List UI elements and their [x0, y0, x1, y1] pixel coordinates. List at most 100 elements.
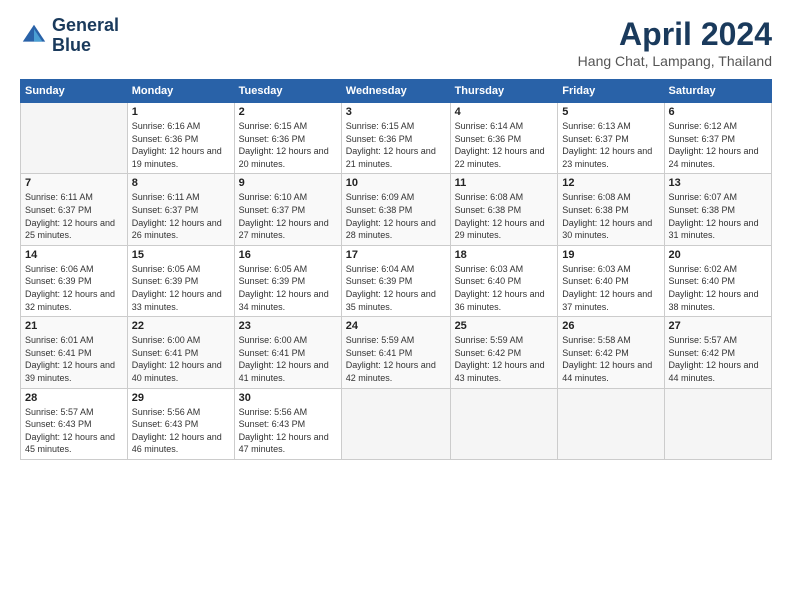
day-number: 1	[132, 106, 230, 118]
day-info: Sunrise: 6:11 AMSunset: 6:37 PMDaylight:…	[25, 191, 123, 241]
day-cell: 22 Sunrise: 6:00 AMSunset: 6:41 PMDayligh…	[127, 317, 234, 388]
day-number: 30	[239, 392, 337, 404]
day-number: 15	[132, 249, 230, 261]
day-cell	[664, 388, 771, 459]
day-cell: 9Sunrise: 6:10 AMSunset: 6:37 PMDaylight…	[234, 174, 341, 245]
day-number: 7	[25, 177, 123, 189]
day-number: 19	[562, 249, 659, 261]
week-row-4: 28 Sunrise: 5:57 AMSunset: 6:43 PMDayligh…	[21, 388, 772, 459]
day-cell: 5 Sunrise: 6:13 AMSunset: 6:37 PMDaylight…	[558, 103, 664, 174]
logo-line2: Blue	[52, 36, 119, 56]
day-cell: 17Sunrise: 6:04 AMSunset: 6:39 PMDayligh…	[341, 245, 450, 316]
header-cell-wednesday: Wednesday	[341, 80, 450, 103]
day-cell: 27 Sunrise: 5:57 AMSunset: 6:42 PMDayligh…	[664, 317, 771, 388]
day-info: Sunrise: 6:15 AMSunset: 6:36 PMDaylight:…	[239, 120, 337, 170]
day-number: 11	[455, 177, 554, 189]
day-cell: 25 Sunrise: 5:59 AMSunset: 6:42 PMDayligh…	[450, 317, 558, 388]
logo-text: General Blue	[52, 16, 119, 56]
day-cell: 26 Sunrise: 5:58 AMSunset: 6:42 PMDayligh…	[558, 317, 664, 388]
subtitle: Hang Chat, Lampang, Thailand	[578, 53, 772, 69]
day-cell: 29 Sunrise: 5:56 AMSunset: 6:43 PMDayligh…	[127, 388, 234, 459]
day-info: Sunrise: 6:09 AMSunset: 6:38 PMDaylight:…	[346, 191, 446, 241]
header-cell-friday: Friday	[558, 80, 664, 103]
day-cell: 23Sunrise: 6:00 AMSunset: 6:41 PMDayligh…	[234, 317, 341, 388]
day-info: Sunrise: 5:57 AMSunset: 6:43 PMDaylight:…	[25, 406, 123, 456]
day-cell	[450, 388, 558, 459]
day-number: 22	[132, 320, 230, 332]
day-number: 13	[669, 177, 767, 189]
day-info: Sunrise: 5:56 AMSunset: 6:43 PMDaylight:…	[132, 406, 230, 456]
day-info: Sunrise: 6:04 AMSunset: 6:39 PMDaylight:…	[346, 263, 446, 313]
day-info: Sunrise: 5:59 AMSunset: 6:42 PMDaylight:…	[455, 334, 554, 384]
header-cell-sunday: Sunday	[21, 80, 128, 103]
day-number: 4	[455, 106, 554, 118]
day-cell: 11 Sunrise: 6:08 AMSunset: 6:38 PMDayligh…	[450, 174, 558, 245]
day-info: Sunrise: 6:07 AMSunset: 6:38 PMDaylight:…	[669, 191, 767, 241]
day-info: Sunrise: 6:03 AMSunset: 6:40 PMDaylight:…	[455, 263, 554, 313]
day-cell: 21 Sunrise: 6:01 AMSunset: 6:41 PMDayligh…	[21, 317, 128, 388]
day-cell: 19 Sunrise: 6:03 AMSunset: 6:40 PMDayligh…	[558, 245, 664, 316]
day-number: 28	[25, 392, 123, 404]
day-info: Sunrise: 6:12 AMSunset: 6:37 PMDaylight:…	[669, 120, 767, 170]
day-info: Sunrise: 6:00 AMSunset: 6:41 PMDaylight:…	[132, 334, 230, 384]
day-cell	[21, 103, 128, 174]
day-number: 26	[562, 320, 659, 332]
day-info: Sunrise: 6:14 AMSunset: 6:36 PMDaylight:…	[455, 120, 554, 170]
day-info: Sunrise: 6:03 AMSunset: 6:40 PMDaylight:…	[562, 263, 659, 313]
day-info: Sunrise: 6:05 AMSunset: 6:39 PMDaylight:…	[239, 263, 337, 313]
day-number: 6	[669, 106, 767, 118]
day-info: Sunrise: 6:00 AMSunset: 6:41 PMDaylight:…	[239, 334, 337, 384]
week-row-3: 21 Sunrise: 6:01 AMSunset: 6:41 PMDayligh…	[21, 317, 772, 388]
header-cell-saturday: Saturday	[664, 80, 771, 103]
day-cell: 2Sunrise: 6:15 AMSunset: 6:36 PMDaylight…	[234, 103, 341, 174]
header-row: SundayMondayTuesdayWednesdayThursdayFrid…	[21, 80, 772, 103]
day-number: 5	[562, 106, 659, 118]
day-number: 16	[239, 249, 337, 261]
day-info: Sunrise: 6:01 AMSunset: 6:41 PMDaylight:…	[25, 334, 123, 384]
day-cell: 16 Sunrise: 6:05 AMSunset: 6:39 PMDayligh…	[234, 245, 341, 316]
day-number: 18	[455, 249, 554, 261]
day-cell: 6 Sunrise: 6:12 AMSunset: 6:37 PMDaylight…	[664, 103, 771, 174]
calendar-header: SundayMondayTuesdayWednesdayThursdayFrid…	[21, 80, 772, 103]
day-info: Sunrise: 6:13 AMSunset: 6:37 PMDaylight:…	[562, 120, 659, 170]
header-cell-thursday: Thursday	[450, 80, 558, 103]
day-number: 8	[132, 177, 230, 189]
day-cell	[558, 388, 664, 459]
week-row-0: 1 Sunrise: 6:16 AMSunset: 6:36 PMDaylight…	[21, 103, 772, 174]
day-number: 24	[346, 320, 446, 332]
day-info: Sunrise: 6:08 AMSunset: 6:38 PMDaylight:…	[562, 191, 659, 241]
day-number: 3	[346, 106, 446, 118]
day-info: Sunrise: 6:06 AMSunset: 6:39 PMDaylight:…	[25, 263, 123, 313]
day-cell: 3Sunrise: 6:15 AMSunset: 6:36 PMDaylight…	[341, 103, 450, 174]
day-number: 27	[669, 320, 767, 332]
day-info: Sunrise: 6:05 AMSunset: 6:39 PMDaylight:…	[132, 263, 230, 313]
day-cell: 7 Sunrise: 6:11 AMSunset: 6:37 PMDaylight…	[21, 174, 128, 245]
header-cell-tuesday: Tuesday	[234, 80, 341, 103]
header-cell-monday: Monday	[127, 80, 234, 103]
day-info: Sunrise: 5:57 AMSunset: 6:42 PMDaylight:…	[669, 334, 767, 384]
day-info: Sunrise: 6:02 AMSunset: 6:40 PMDaylight:…	[669, 263, 767, 313]
day-number: 25	[455, 320, 554, 332]
day-number: 14	[25, 249, 123, 261]
logo: General Blue	[20, 16, 119, 56]
day-info: Sunrise: 6:08 AMSunset: 6:38 PMDaylight:…	[455, 191, 554, 241]
day-info: Sunrise: 5:59 AMSunset: 6:41 PMDaylight:…	[346, 334, 446, 384]
day-cell: 20Sunrise: 6:02 AMSunset: 6:40 PMDayligh…	[664, 245, 771, 316]
logo-icon	[20, 22, 48, 50]
day-cell: 4 Sunrise: 6:14 AMSunset: 6:36 PMDaylight…	[450, 103, 558, 174]
logo-line1: General	[52, 16, 119, 36]
day-cell: 30 Sunrise: 5:56 AMSunset: 6:43 PMDayligh…	[234, 388, 341, 459]
day-cell: 10 Sunrise: 6:09 AMSunset: 6:38 PMDayligh…	[341, 174, 450, 245]
day-cell: 13 Sunrise: 6:07 AMSunset: 6:38 PMDayligh…	[664, 174, 771, 245]
day-info: Sunrise: 5:56 AMSunset: 6:43 PMDaylight:…	[239, 406, 337, 456]
day-number: 9	[239, 177, 337, 189]
day-info: Sunrise: 6:16 AMSunset: 6:36 PMDaylight:…	[132, 120, 230, 170]
day-cell: 15 Sunrise: 6:05 AMSunset: 6:39 PMDayligh…	[127, 245, 234, 316]
day-number: 29	[132, 392, 230, 404]
day-info: Sunrise: 5:58 AMSunset: 6:42 PMDaylight:…	[562, 334, 659, 384]
day-info: Sunrise: 6:11 AMSunset: 6:37 PMDaylight:…	[132, 191, 230, 241]
day-number: 21	[25, 320, 123, 332]
day-number: 10	[346, 177, 446, 189]
calendar-body: 1 Sunrise: 6:16 AMSunset: 6:36 PMDaylight…	[21, 103, 772, 460]
day-cell: 24 Sunrise: 5:59 AMSunset: 6:41 PMDayligh…	[341, 317, 450, 388]
